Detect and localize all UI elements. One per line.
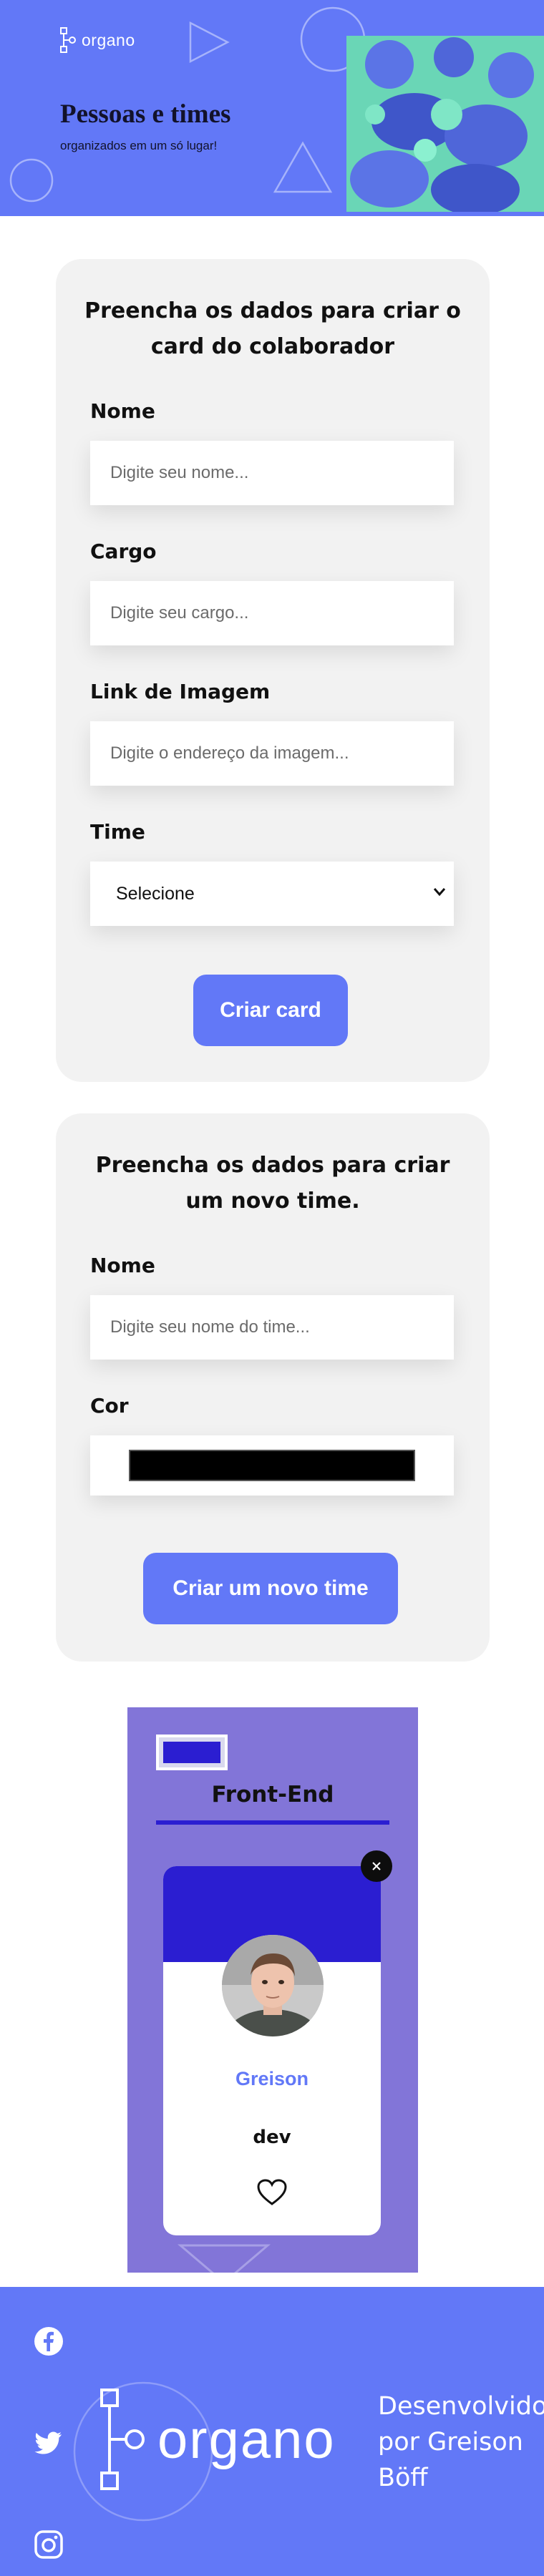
footer-logo[interactable]: organo [97,2386,336,2493]
team-photo-image [346,36,544,212]
member-avatar [222,1935,324,2036]
facebook-icon[interactable] [33,2326,64,2357]
footer-credit: Desenvolvido por Greison Böff [378,2392,544,2492]
header-logo[interactable]: organo [59,26,135,54]
team-form-heading: Preencha os dados para criar um novo tim… [95,1153,450,1214]
organo-logo-icon [60,27,76,53]
image-link-input[interactable] [90,721,454,786]
team-name: Front-End [211,1782,334,1807]
triangle-decoration [189,21,230,64]
team-underline [156,1820,389,1825]
heart-icon[interactable] [256,2178,288,2207]
header-banner: organo Pessoas e times organizados em um… [0,0,544,216]
close-icon [372,1862,381,1870]
twitter-icon[interactable] [33,2427,64,2459]
team-select[interactable]: Selecione [90,862,454,926]
create-team-button[interactable]: Criar um novo time [143,1553,398,1624]
triangle-decoration [178,2244,271,2273]
page-title: Pessoas e times [60,99,231,129]
delete-member-button[interactable] [361,1850,392,1882]
page-subtitle: organizados em um só lugar! [60,139,218,152]
triangle-outline-decoration [273,141,333,193]
team-name-input[interactable] [90,1295,454,1360]
member-card: Greison dev [163,1866,381,2235]
image-link-label: Link de Imagem [90,680,271,703]
collaborator-form: Preencha os dados para criar o card do c… [56,259,490,1082]
member-name: Greison [235,2068,309,2089]
team-color-input[interactable] [90,1435,454,1496]
team-color-label: Cor [90,1394,129,1418]
footer: organo Desenvolvido por Greison Böff [0,2287,544,2576]
form-heading: Preencha os dados para criar o card do c… [84,298,461,359]
circle-decoration-small [9,158,54,203]
footer-logo-text: organo [157,2409,336,2470]
team-section: Front-End Greison dev [127,1707,418,2273]
member-role: dev [253,2127,291,2148]
role-label: Cargo [90,540,157,563]
team-form: Preencha os dados para criar um novo tim… [56,1113,490,1662]
team-label: Time [90,820,145,844]
instagram-icon[interactable] [33,2529,64,2560]
organo-logo-icon [100,2389,145,2490]
team-name-label: Nome [90,1254,155,1277]
team-select-value: Selecione [116,883,195,904]
chevron-down-icon [433,888,446,897]
team-color-picker[interactable] [156,1735,228,1770]
logo-text: organo [82,30,135,49]
name-label: Nome [90,399,155,423]
create-card-button[interactable]: Criar card [193,975,348,1046]
role-input[interactable] [90,581,454,645]
color-swatch[interactable] [129,1450,415,1481]
name-input[interactable] [90,441,454,505]
